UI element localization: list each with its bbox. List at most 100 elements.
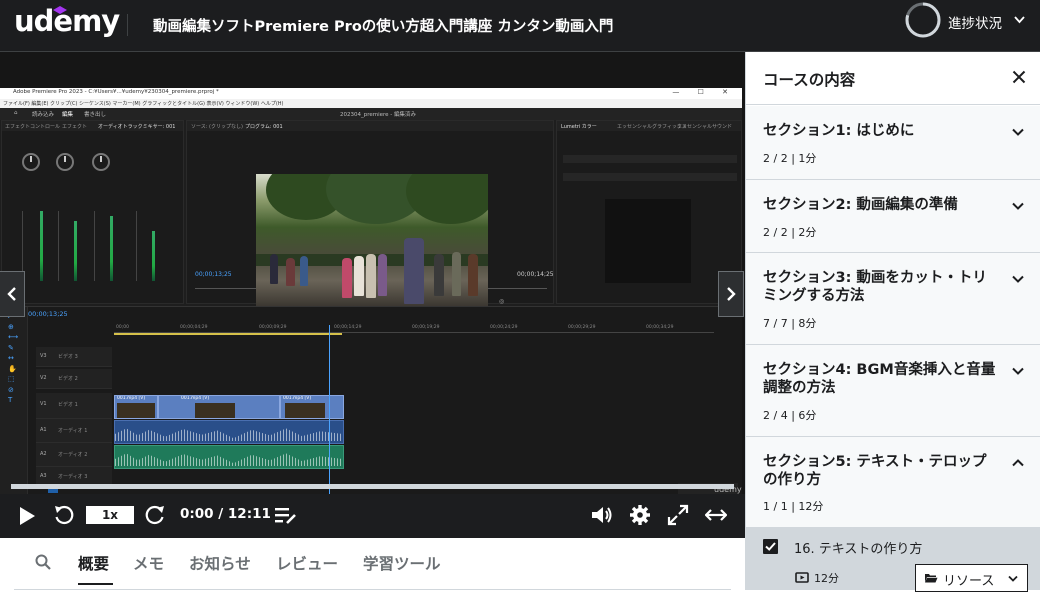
ruler-tick: 00;00;14;29 [334, 325, 362, 330]
pan-knob-icon [92, 153, 110, 171]
udemy-logo[interactable]: udemy [14, 4, 120, 38]
next-lecture-button[interactable] [718, 271, 744, 317]
resources-label: リソース [943, 574, 995, 589]
section-meta: 7 / 7 | 8分 [763, 317, 817, 330]
window-controls: — ☐ ✕ [672, 88, 736, 96]
ruler-tick: 00;00;29;29 [568, 325, 596, 330]
lecture-duration: 12分 [814, 572, 839, 585]
tree-shape [406, 174, 488, 224]
clip-thumb [285, 403, 325, 418]
pane-tab: エッセンシャルサウンド [677, 124, 733, 130]
chevron-down-icon [1014, 16, 1025, 24]
forward-5-icon[interactable] [144, 504, 166, 526]
course-content-sidebar: コースの内容 セクション1: はじめに 2 / 2 | 1分 セクション2: 動… [745, 52, 1040, 592]
chevron-up-icon [1012, 459, 1024, 467]
premiere-titlebar: Adobe Premiere Pro 2023 - C:¥Users¥...¥u… [0, 88, 742, 99]
prev-lecture-button[interactable] [0, 271, 25, 317]
time-display: 0:00 / 12:11 [180, 506, 271, 522]
level-meter [152, 231, 155, 281]
seek-bar[interactable] [11, 484, 734, 489]
resources-button[interactable]: リソース [915, 564, 1028, 592]
chevron-down-icon [1012, 128, 1024, 136]
premiere-menubar: ファイル(F) 編集(E) クリップ(C) シーケンス(S) マーカー(M) グ… [0, 99, 742, 108]
lecture-complete-checkbox[interactable] [763, 539, 778, 554]
chevron-down-icon [1008, 575, 1018, 582]
ws-tab-import: 読み込み [32, 112, 55, 118]
bgm-clip [114, 445, 344, 469]
video-player[interactable]: Adobe Premiere Pro 2023 - C:¥Users¥...¥u… [0, 52, 745, 548]
pan-knob-icon [56, 153, 74, 171]
fader-track [94, 211, 95, 281]
chevron-down-icon [1012, 367, 1024, 375]
rewind-5-icon[interactable] [53, 504, 75, 526]
person-shape [434, 254, 444, 296]
playback-speed-button[interactable]: 1x [86, 506, 134, 524]
track-label: A3 [40, 473, 47, 479]
track-header-a1: A1 オーディオ 1 [36, 419, 112, 443]
close-icon[interactable] [1012, 70, 1026, 84]
section-1[interactable]: セクション1: はじめに 2 / 2 | 1分 [746, 106, 1040, 180]
track-name: オーディオ 1 [58, 428, 88, 434]
section-title: セクション2: 動画編集の準備 [763, 197, 958, 213]
video-play-icon [795, 572, 809, 583]
pane-tab: オーディオトラックミキサー: 001 [98, 124, 176, 130]
fader-track [136, 211, 137, 281]
pane-tab: エフェクトコントロール [5, 124, 61, 130]
ruler-tick: 00;00 [116, 325, 129, 330]
person-shape [342, 258, 352, 298]
ws-tab-export: 書き出し [84, 112, 107, 118]
ruler-tick: 00;00;04;29 [180, 325, 208, 330]
program-preview-image [256, 174, 488, 307]
video-clip: 001.mp4 [V] [114, 395, 158, 419]
play-icon[interactable] [18, 506, 36, 526]
clip-label: 001.mp4 [V] [117, 396, 146, 401]
ruler-tick: 00;00;19;29 [412, 325, 440, 330]
person-shape [270, 254, 278, 284]
section-4[interactable]: セクション4: BGM音楽挿入と音量調整の方法 2 / 4 | 6分 [746, 345, 1040, 437]
logo-hat-icon [53, 6, 67, 14]
chevron-down-icon [1012, 275, 1024, 283]
waveform [115, 428, 343, 441]
lumetri-preview [605, 199, 691, 283]
track-name: ビデオ 2 [58, 376, 78, 382]
section-meta: 1 / 1 | 12分 [763, 500, 824, 513]
header-divider [127, 14, 128, 36]
lecture-item-active[interactable]: 16. テキストの作り方 12分 リソース [746, 528, 1040, 592]
chevron-down-icon [1012, 202, 1024, 210]
tab-reviews[interactable]: レビュー [276, 552, 338, 574]
lumetri-row [563, 173, 737, 181]
timeline-ruler: 00;00 00;00;04;29 00;00;09;29 00;00;14;2… [114, 325, 714, 333]
expand-width-icon[interactable] [705, 508, 727, 522]
volume-icon[interactable] [591, 505, 613, 525]
progress-menu[interactable]: 進捗状況 [904, 1, 1025, 41]
sidebar-header: コースの内容 [746, 52, 1040, 105]
section-2[interactable]: セクション2: 動画編集の準備 2 / 2 | 2分 [746, 180, 1040, 253]
section-meta: 2 / 4 | 6分 [763, 409, 817, 422]
clip-label: 001.mp4 [V] [181, 396, 210, 401]
search-icon[interactable] [35, 554, 51, 570]
section-title: セクション4: BGM音楽挿入と音量調整の方法 [763, 362, 996, 396]
course-title[interactable]: 動画編集ソフトPremiere Proの使い方超入門講座 カンタン動画入門 [153, 15, 613, 36]
track-header-v3: V3 ビデオ 3 [36, 347, 112, 367]
pane-tab: プログラム: 001 [245, 124, 283, 130]
audio-mixer-pane: エフェクトコントロール エフェクト オーディオトラックミキサー: 001 [1, 120, 184, 304]
tab-overview[interactable]: 概要 [78, 552, 109, 574]
add-note-icon[interactable] [274, 505, 298, 525]
track-label: V2 [40, 375, 47, 381]
program-tabs: ソース: (クリップなし) プログラム: 001 [187, 121, 553, 131]
lecture-title: 16. テキストの作り方 [794, 542, 923, 557]
ruler-tick: 00;00;24;29 [490, 325, 518, 330]
work-area-bar [114, 333, 342, 335]
track-name: オーディオ 2 [58, 452, 88, 458]
fullscreen-icon[interactable] [667, 504, 689, 526]
section-3[interactable]: セクション3: 動画をカット・トリミングする方法 7 / 7 | 8分 [746, 253, 1040, 345]
clip-label: 001.mp4 [V] [283, 396, 312, 401]
section-5[interactable]: セクション5: テキスト・テロップの作り方 1 / 1 | 12分 [746, 437, 1040, 528]
person-shape [378, 254, 387, 296]
checkmark-icon [765, 542, 776, 551]
tab-notes[interactable]: メモ [133, 552, 164, 574]
ruler-tick: 00;00;34;29 [646, 325, 674, 330]
settings-gear-icon[interactable] [629, 504, 651, 526]
tab-announcements[interactable]: お知らせ [189, 552, 251, 574]
tab-learning-tools[interactable]: 学習ツール [363, 552, 441, 574]
